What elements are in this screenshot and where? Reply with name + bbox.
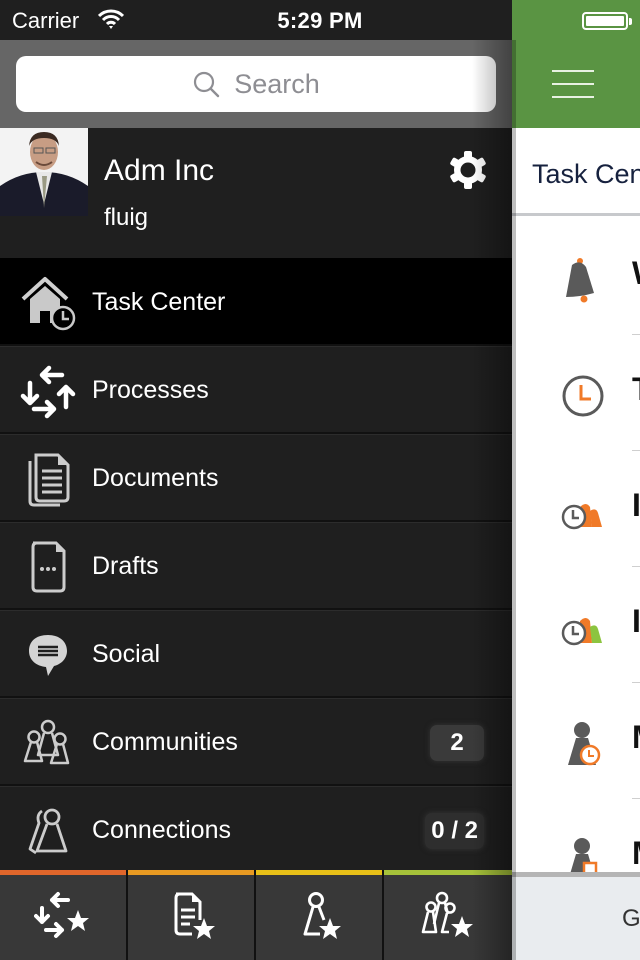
task-row[interactable]: M [512,683,640,799]
menu-label: Connections [92,816,231,844]
drafts-icon [31,541,66,593]
main-panel[interactable]: Task Center W T I [512,40,640,960]
person-star-icon [303,892,341,939]
task-title: T [632,371,640,408]
page-title: Task Center [532,159,640,189]
profile-name: Adm Inc [104,154,215,187]
top-navbar [512,40,640,128]
menu-item-task-center[interactable]: Task Center [0,258,512,346]
document-star-icon [174,892,215,939]
task-row[interactable]: I [512,451,640,567]
task-title: M [632,835,640,872]
tab-color-stripe [0,870,126,875]
bell-icon [566,258,594,303]
task-title: I [632,603,640,639]
menu-label: Task Center [92,288,226,316]
task-row[interactable]: I [512,567,640,683]
search-area: Search [0,40,512,128]
search-icon [194,71,220,98]
connections-icon [28,808,68,855]
tab-color-stripe [384,870,512,875]
connections-count-badge: 0 / 2 [425,813,484,849]
search-placeholder: Search [234,68,320,99]
search-input[interactable]: Search [16,56,496,112]
clock-icon [562,375,604,417]
hamburger-icon[interactable] [552,70,594,98]
page-header: Task Center [512,128,640,216]
menu-item-communities[interactable]: Communities 2 [0,698,512,786]
gear-icon[interactable] [448,150,488,190]
communities-icon [23,719,70,765]
documents-icon [28,453,70,507]
processes-arrows-icon [20,365,76,419]
menu-label: Communities [92,728,238,756]
speech-bubble-icon [29,635,67,676]
menu-item-social[interactable]: Social [0,610,512,698]
task-list: W T I I [512,219,640,915]
tab-favorite-communities[interactable] [384,870,512,960]
task-title: W [632,255,640,292]
processes-star-icon [34,892,89,938]
task-title: I [632,487,640,523]
profile-org: fluig [104,204,149,231]
group-star-icon [421,891,473,937]
menu-item-connections[interactable]: Connections 0 / 2 [0,786,512,874]
avatar[interactable] [0,128,88,216]
tab-favorite-processes[interactable] [0,870,128,960]
profile-header[interactable]: Adm Inc fluig [0,128,512,258]
main-bottom-bar[interactable]: G [512,872,640,960]
menu-label: Documents [92,464,219,492]
favorites-tabbar [0,870,512,960]
tab-color-stripe [256,870,382,875]
task-title: M [632,719,640,756]
menu-label: Social [92,640,161,668]
tab-favorite-connections[interactable] [256,870,384,960]
menu-label: Processes [92,376,209,404]
person-clock-icon [568,722,601,766]
task-center-home-clock-icon [21,277,76,331]
menu-label: Drafts [92,552,159,580]
menu-item-documents[interactable]: Documents [0,434,512,522]
clock-group-orange-icon [561,504,602,530]
menu-item-drafts[interactable]: Drafts [0,522,512,610]
tab-color-stripe [128,870,254,875]
menu-item-processes[interactable]: Processes [0,346,512,434]
drawer-menu: Task Center Processes Documents Drafts S… [0,258,512,874]
side-drawer: Search Adm Inc fluig Task Center Process… [0,40,512,960]
communities-count-badge: 2 [430,725,484,761]
status-bar: Carrier 5:29 PM [0,0,640,40]
task-row[interactable]: W [512,219,640,335]
status-time: 5:29 PM [277,8,363,33]
battery-icon [582,12,632,30]
clock-group-green-icon [561,618,602,646]
task-row[interactable]: T [512,335,640,451]
bottom-bar-label: G [622,905,640,932]
tab-favorite-documents[interactable] [128,870,256,960]
